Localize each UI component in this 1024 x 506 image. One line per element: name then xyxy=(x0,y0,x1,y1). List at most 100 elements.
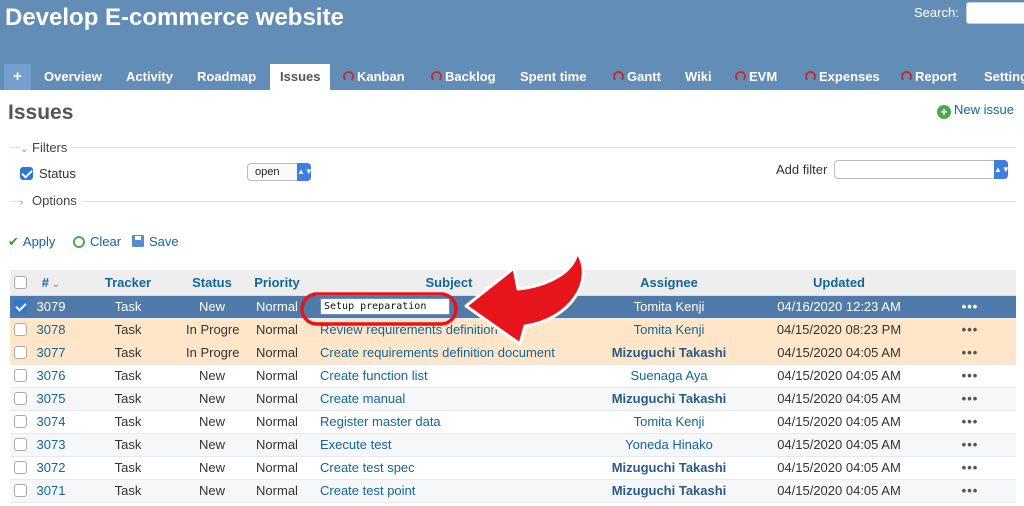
issue-id-link[interactable]: 3071 xyxy=(30,479,72,503)
issue-id-link[interactable]: 3077 xyxy=(30,341,72,365)
subject-link[interactable]: Execute test xyxy=(314,433,584,457)
row-menu-icon[interactable]: ••• xyxy=(962,299,979,314)
row-checkbox[interactable] xyxy=(13,461,27,474)
table-row[interactable]: 3077TaskIn ProgressNormalCreate requirem… xyxy=(10,341,1016,365)
row-menu-icon[interactable]: ••• xyxy=(962,483,979,498)
row-checkbox[interactable] xyxy=(13,300,27,313)
row-checkbox[interactable] xyxy=(13,346,27,359)
column-header-subject[interactable]: Subject xyxy=(314,270,584,296)
new-issue-link[interactable]: + New issue xyxy=(937,102,1014,119)
row-menu-icon[interactable]: ••• xyxy=(962,368,979,383)
tab-report[interactable]: Report xyxy=(891,64,967,90)
tracker-cell: Task xyxy=(72,479,184,503)
subject-link[interactable]: Create test point xyxy=(314,479,584,503)
row-menu-icon[interactable]: ••• xyxy=(962,414,979,429)
filters-legend-label: Filters xyxy=(32,140,68,155)
row-menu-icon[interactable]: ••• xyxy=(962,345,979,360)
issue-id-link[interactable]: 3075 xyxy=(30,387,72,411)
issue-id-link[interactable]: 3074 xyxy=(30,410,72,434)
reload-icon xyxy=(73,236,85,248)
tab-wiki[interactable]: Wiki xyxy=(675,64,722,90)
assignee-link[interactable]: Mizuguchi Takashi xyxy=(584,387,754,411)
column-header-tracker[interactable]: Tracker xyxy=(72,270,184,296)
search-input[interactable] xyxy=(966,2,1024,24)
table-row[interactable]: 3079 Task New Normal Setup preparation Tomita… xyxy=(10,295,1016,319)
tab-label: Kanban xyxy=(357,69,405,84)
save-icon xyxy=(132,235,144,247)
tab-expenses[interactable]: Expenses xyxy=(795,64,890,90)
table-row[interactable]: 3073 Task New Normal Execute test Yoneda Hina… xyxy=(10,433,1016,457)
table-row[interactable]: 3074 Task New Normal Register master data Tom… xyxy=(10,410,1016,434)
save-query-button[interactable]: Save xyxy=(132,234,179,249)
updated-cell: 04/15/2020 04:05 AM xyxy=(754,364,924,388)
table-row[interactable]: 3076 Task New Normal Create function list Sue… xyxy=(10,364,1016,388)
subject-link[interactable]: Create function list xyxy=(314,364,584,388)
column-header-priority[interactable]: Priority xyxy=(240,270,314,296)
row-menu-icon[interactable]: ••• xyxy=(962,391,979,406)
options-legend[interactable]: › Options xyxy=(20,193,81,208)
row-checkbox[interactable] xyxy=(13,484,27,497)
subject-link[interactable]: Review requirements definition xyxy=(314,318,584,342)
redmine-plugin-icon xyxy=(613,71,624,82)
tab-label: Gantt xyxy=(627,69,661,84)
row-checkbox[interactable] xyxy=(13,323,27,336)
select-all-checkbox[interactable] xyxy=(13,275,27,289)
tab-issues[interactable]: Issues xyxy=(270,64,331,90)
filters-legend[interactable]: ⌄ Filters xyxy=(20,140,72,155)
column-header-id[interactable]: # ⌄ xyxy=(30,270,72,296)
issue-id-link[interactable]: 3076 xyxy=(30,364,72,388)
tab-activity[interactable]: Activity xyxy=(116,64,183,90)
issue-id-link[interactable]: 3078 xyxy=(30,318,72,342)
assignee-link[interactable]: Tomita Kenji xyxy=(584,295,754,319)
tab-overview[interactable]: Overview xyxy=(34,64,112,90)
add-filter-select[interactable]: ▲▼ xyxy=(834,160,1010,179)
table-row[interactable]: 3075 Task New Normal Create manual Mizuguchi … xyxy=(10,387,1016,411)
row-checkbox[interactable] xyxy=(13,438,27,451)
subject-link[interactable]: Register master data xyxy=(314,410,584,434)
priority-cell: Normal xyxy=(240,318,314,342)
column-header-status[interactable]: Status xyxy=(184,270,240,296)
table-row[interactable]: 3072 Task New Normal Create test spec Mizuguc… xyxy=(10,456,1016,480)
row-checkbox[interactable] xyxy=(13,392,27,405)
tab-roadmap[interactable]: Roadmap xyxy=(187,64,266,90)
assignee-link[interactable]: Tomita Kenji xyxy=(584,410,754,434)
assignee-link[interactable]: Tomita Kenji xyxy=(584,318,754,342)
row-checkbox[interactable] xyxy=(13,415,27,428)
assignee-link[interactable]: Mizuguchi Takashi xyxy=(584,456,754,480)
table-row[interactable]: 3078TaskIn ProgressNormalReview requirem… xyxy=(10,318,1016,342)
tab-settings[interactable]: Settings xyxy=(974,64,1024,90)
row-checkbox[interactable] xyxy=(13,369,27,382)
column-header-updated[interactable]: Updated xyxy=(754,270,924,296)
project-title[interactable]: Develop E-commerce website xyxy=(5,4,344,32)
apply-label: Apply xyxy=(22,234,56,249)
tab-spent-time[interactable]: Spent time xyxy=(510,64,596,90)
assignee-link[interactable]: Suenaga Aya xyxy=(584,364,754,388)
column-header-assignee[interactable]: Assignee xyxy=(584,270,754,296)
assignee-link[interactable]: Yoneda Hinako xyxy=(584,433,754,457)
add-circle-icon: + xyxy=(937,105,951,119)
tracker-cell: Task xyxy=(72,341,184,365)
subject-link[interactable]: Create test spec xyxy=(314,456,584,480)
priority-cell: Normal xyxy=(240,479,314,503)
row-menu-icon[interactable]: ••• xyxy=(962,460,979,475)
clear-button[interactable]: Clear xyxy=(73,234,121,249)
status-filter-checkbox[interactable] xyxy=(20,167,33,180)
tab-backlog[interactable]: Backlog xyxy=(421,64,506,90)
assignee-link[interactable]: Mizuguchi Takashi xyxy=(584,479,754,503)
issue-id-link[interactable]: 3072 xyxy=(30,456,72,480)
tab-evm[interactable]: EVM xyxy=(725,64,787,90)
issue-id-link[interactable]: 3079 xyxy=(30,295,72,319)
tab-kanban[interactable]: Kanban xyxy=(333,64,415,90)
subject-link[interactable]: Create requirements definition document xyxy=(314,341,584,365)
subject-link[interactable]: Create manual xyxy=(314,387,584,411)
status-operator-select[interactable]: open ▲▼ xyxy=(247,163,313,181)
issue-id-link[interactable]: 3073 xyxy=(30,433,72,457)
assignee-link[interactable]: Mizuguchi Takashi xyxy=(584,341,754,365)
table-row[interactable]: 3071 Task New Normal Create test point Mizugu… xyxy=(10,479,1016,503)
tab-new[interactable]: + xyxy=(4,64,31,90)
apply-button[interactable]: ✔ Apply xyxy=(8,234,55,250)
row-menu-icon[interactable]: ••• xyxy=(962,437,979,452)
tab-gantt[interactable]: Gantt xyxy=(603,64,671,90)
subject-inline-edit-input[interactable]: Setup preparation xyxy=(320,298,450,316)
row-menu-icon[interactable]: ••• xyxy=(962,322,979,337)
